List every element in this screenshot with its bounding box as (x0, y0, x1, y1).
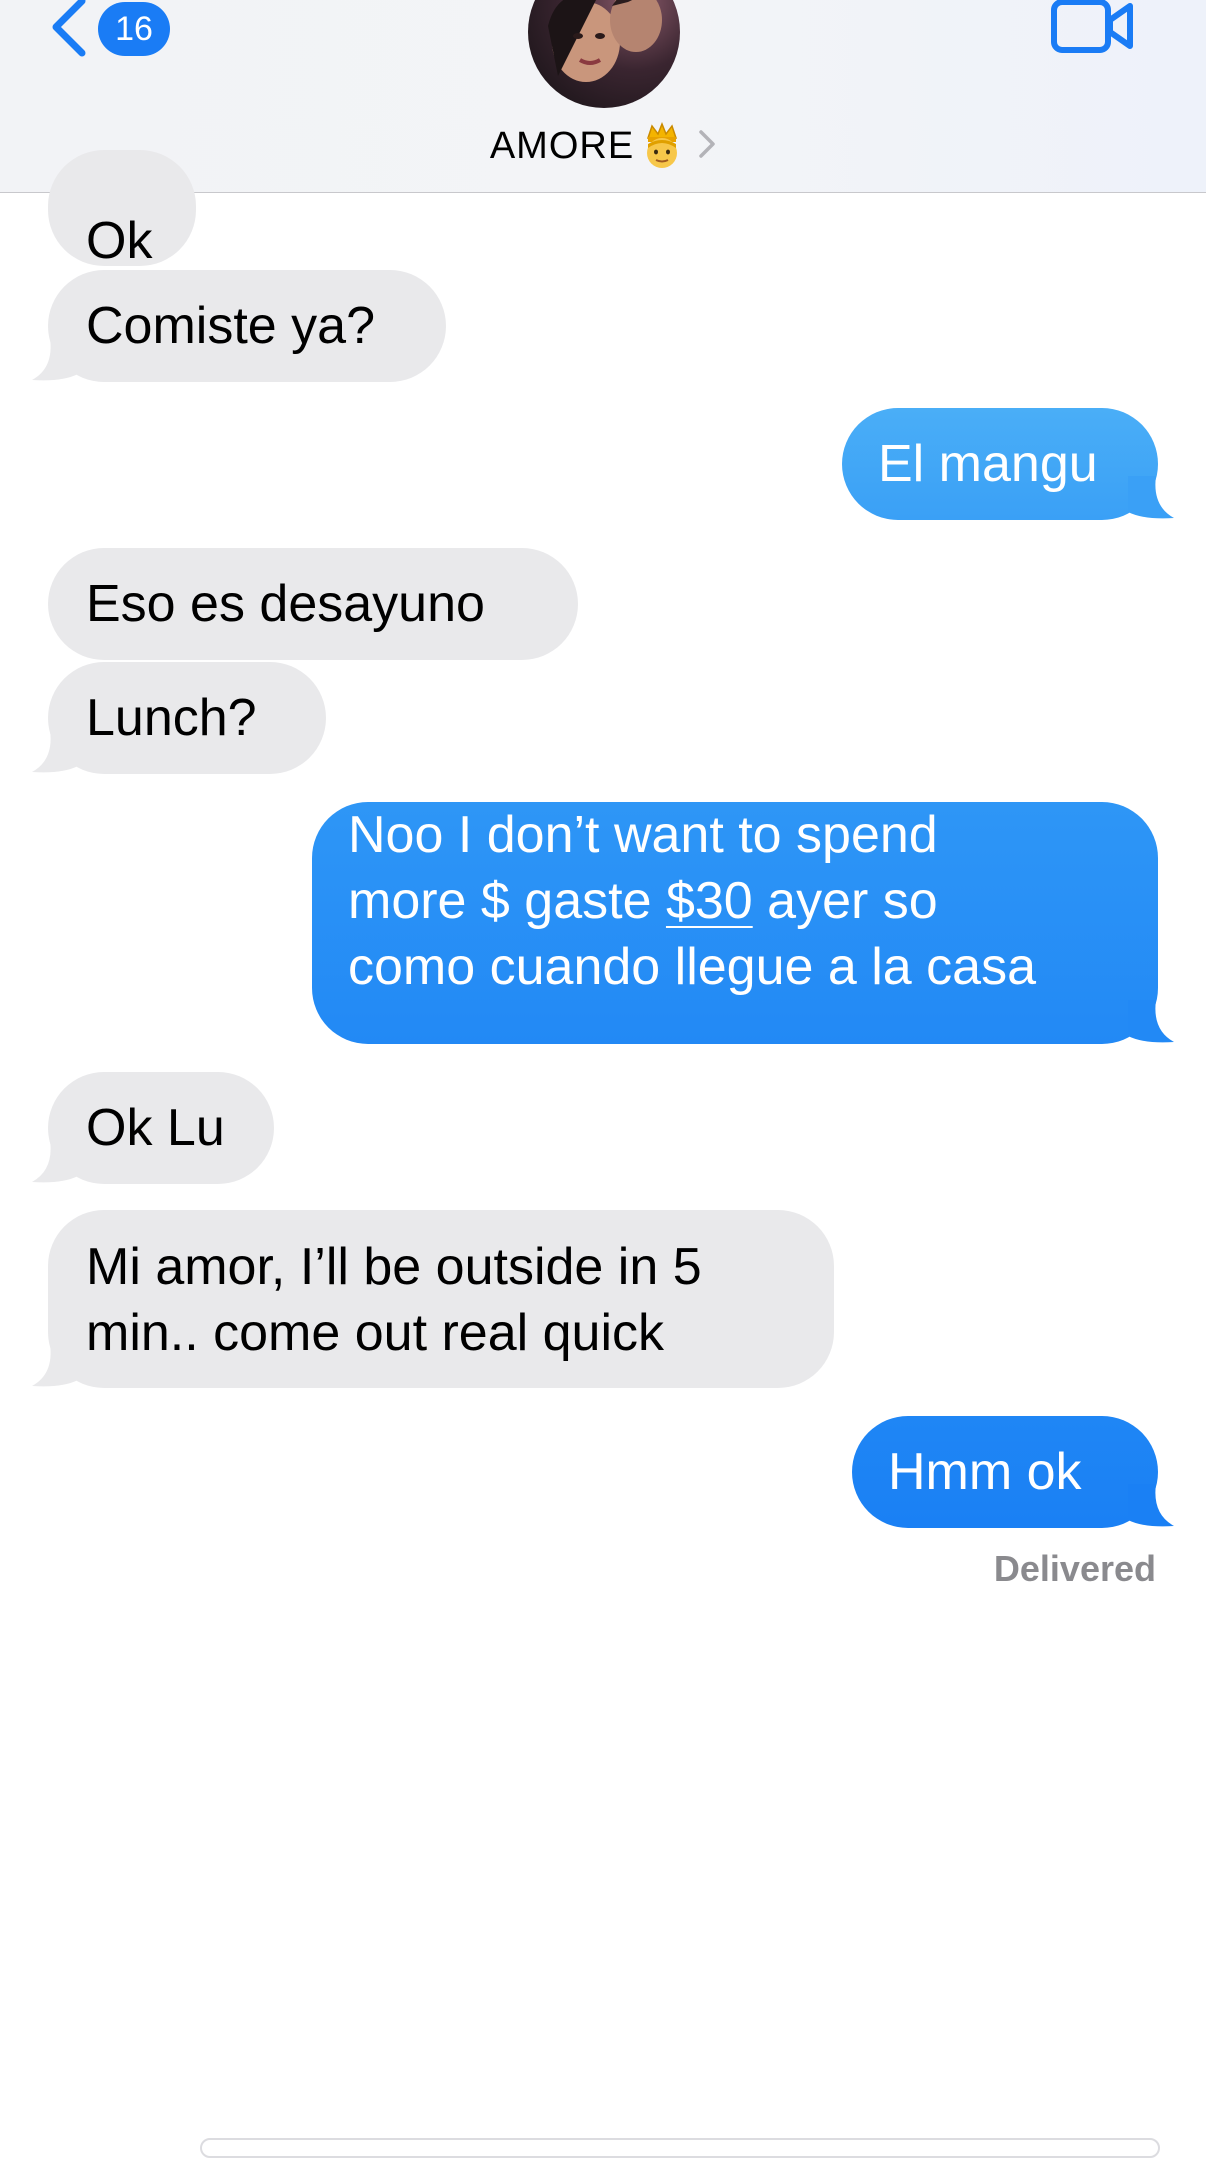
contact-avatar[interactable] (528, 0, 680, 108)
video-camera-icon (1050, 0, 1136, 60)
facetime-video-button[interactable] (1050, 0, 1136, 56)
message-text-line: min.. come out real quick (86, 1304, 665, 1362)
delivery-status: Delivered (993, 1548, 1156, 1589)
bubble-tail (32, 338, 78, 381)
message-text-line: Noo I don’t want to spend (348, 806, 938, 864)
message-text: Ok Lu (86, 1099, 225, 1157)
message-text: El mangu (878, 435, 1098, 493)
message-text-line: Mi amor, I’ll be outside in 5 (86, 1238, 702, 1296)
amount-link[interactable]: $30 (666, 872, 753, 930)
bubble-tail (1128, 1484, 1174, 1527)
message-text: Comiste ya? (86, 297, 375, 355)
bubble-tail (1128, 1000, 1174, 1043)
message-text: Eso es desayuno (86, 575, 485, 633)
bubble-tail (32, 1344, 78, 1387)
back-button[interactable]: 16 (48, 0, 170, 58)
bubble-tail (32, 730, 78, 773)
bubble-tail (1128, 476, 1174, 519)
message-text: Hmm ok (888, 1443, 1082, 1501)
message-text-line: more $ gaste $30 ayer so (348, 868, 1122, 934)
incoming-message[interactable]: Eso es desayuno (48, 548, 578, 660)
chevron-right-icon (698, 129, 716, 164)
message-input-edge[interactable] (200, 2138, 1160, 2158)
message-text-fragment: ayer so (752, 872, 938, 930)
incoming-message[interactable]: Ok (48, 150, 196, 270)
message-text-line: como cuando llegue a la casa (348, 938, 1037, 996)
prince-emoji-icon (642, 121, 682, 170)
outgoing-message[interactable]: Noo I don’t want to spend more $ gaste $… (312, 802, 1158, 1044)
incoming-message[interactable]: Comiste ya? (48, 270, 446, 382)
incoming-message[interactable]: Ok Lu (48, 1072, 274, 1184)
message-text-fragment: more $ gaste (348, 872, 666, 930)
chevron-left-icon (48, 0, 88, 59)
conversation-header: 16 AMORE (0, 0, 1206, 193)
message-text: Lunch? (86, 689, 257, 747)
incoming-message[interactable]: Mi amor, I’ll be outside in 5 min.. come… (48, 1210, 834, 1388)
contact-name: AMORE (489, 124, 635, 167)
outgoing-message[interactable]: Hmm ok (852, 1416, 1158, 1528)
bubble-tail (32, 1140, 78, 1183)
message-text: Ok (86, 212, 153, 270)
incoming-message[interactable]: Lunch? (48, 662, 326, 774)
outgoing-message[interactable]: El mangu (842, 408, 1158, 520)
unread-count-badge: 16 (98, 2, 170, 56)
contact-details-button[interactable]: AMORE (0, 118, 1206, 174)
